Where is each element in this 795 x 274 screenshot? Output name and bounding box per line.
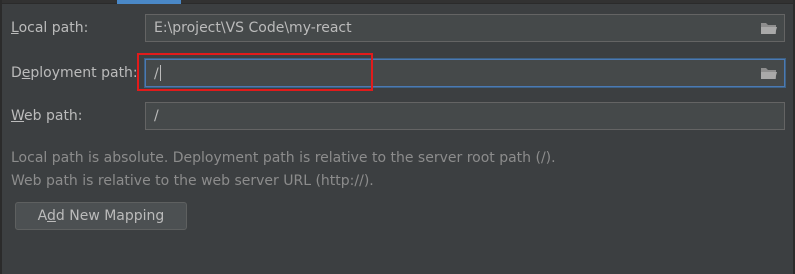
local-path-row: Local path: E:\project\VS Code\my-react	[0, 14, 795, 44]
deployment-path-row: Deployment path: /	[0, 59, 795, 89]
local-path-label: Local path:	[11, 20, 89, 36]
web-path-field[interactable]: /	[145, 102, 785, 130]
local-path-field[interactable]: E:\project\VS Code\my-react	[145, 14, 785, 42]
deployment-path-label: Deployment path:	[11, 65, 138, 81]
folder-icon[interactable]	[760, 21, 778, 35]
active-tab-indicator	[117, 0, 181, 4]
deployment-path-field[interactable]: /	[145, 59, 785, 87]
deployment-path-value: /	[154, 65, 161, 82]
text-caret	[159, 65, 161, 81]
web-path-row: Web path: /	[0, 102, 795, 132]
web-path-value: /	[154, 108, 159, 124]
folder-icon[interactable]	[760, 66, 778, 80]
help-text-line-1: Local path is absolute. Deployment path …	[11, 150, 556, 166]
mappings-panel: Local path: E:\project\VS Code\my-react …	[0, 0, 795, 274]
help-text-line-2: Web path is relative to the web server U…	[11, 173, 374, 189]
local-path-value: E:\project\VS Code\my-react	[154, 20, 352, 36]
add-new-mapping-button[interactable]: Add New Mapping	[15, 202, 187, 230]
web-path-label: Web path:	[11, 108, 83, 124]
